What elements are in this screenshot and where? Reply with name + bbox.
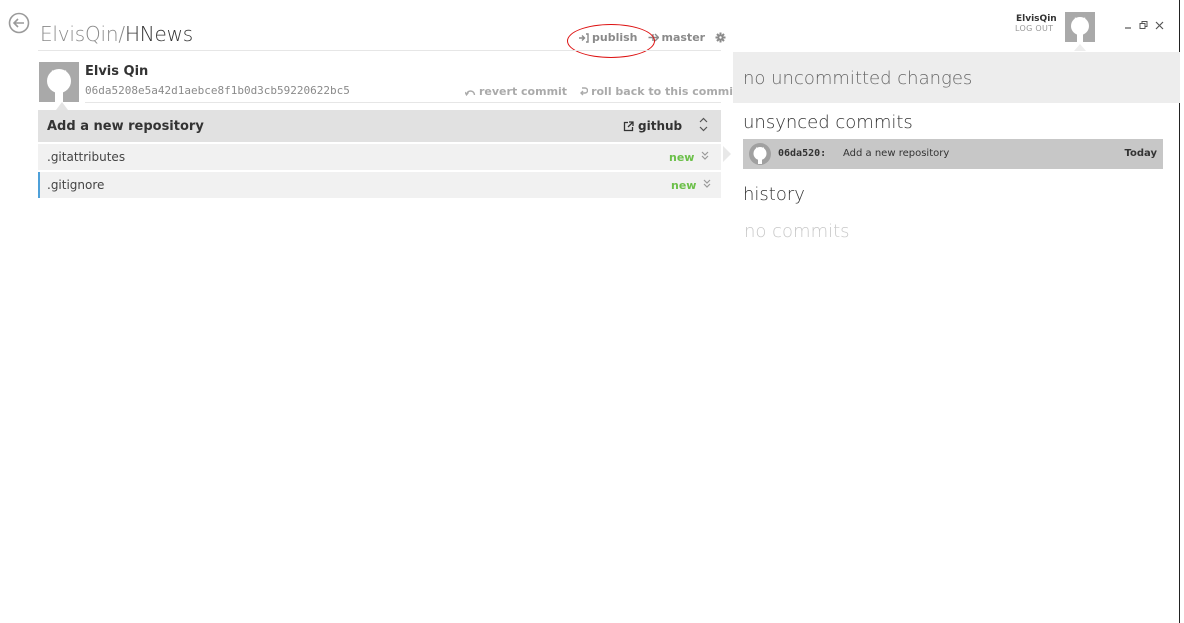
history-heading: history — [743, 184, 805, 205]
minimize-icon[interactable] — [1124, 20, 1132, 30]
account-name: ElvisQin — [1016, 14, 1057, 24]
rollback-label: roll back to this commit — [591, 85, 739, 98]
branch-label: master — [661, 31, 706, 44]
github-label: github — [638, 119, 683, 133]
repo-name: HNews — [124, 22, 194, 46]
window-controls — [1124, 20, 1164, 30]
external-link-icon — [623, 120, 634, 131]
publish-annotation-circle — [567, 24, 655, 58]
expand-file-button[interactable] — [703, 179, 711, 191]
account-caret — [1074, 44, 1086, 51]
history-empty-text: no commits — [744, 221, 850, 242]
uncommitted-changes-banner: no uncommitted changes — [733, 52, 1180, 103]
selected-commit-pointer — [723, 146, 731, 162]
logout-link[interactable]: LOG OUT — [1015, 24, 1053, 33]
commit-author-avatar — [39, 62, 79, 102]
settings-button[interactable] — [715, 32, 726, 43]
commit-actions: revert commit roll back to this commit — [465, 85, 738, 98]
uncommitted-changes-text: no uncommitted changes — [743, 68, 973, 89]
file-status-badge: new — [669, 151, 695, 164]
commit-author: Elvis Qin — [85, 64, 149, 79]
unsynced-commit-message: Add a new repository — [843, 148, 950, 159]
commit-divider — [85, 102, 721, 103]
file-name: .gitattributes — [47, 150, 126, 164]
repo-owner: ElvisQin — [40, 22, 119, 46]
back-arrow-icon[interactable] — [8, 12, 30, 34]
gear-icon — [715, 32, 726, 43]
file-status-badge: new — [671, 179, 697, 192]
commit-message: Add a new repository — [47, 119, 204, 134]
expand-file-button[interactable] — [701, 151, 709, 163]
chevron-double-down-icon — [703, 179, 711, 188]
collapse-all-button[interactable] — [699, 117, 708, 132]
unsynced-commit-item[interactable]: 06da520: Add a new repository Today — [743, 139, 1163, 169]
unsynced-commit-date: Today — [1124, 148, 1157, 159]
collapse-icon — [699, 117, 708, 132]
repository-title: ElvisQin/HNews — [40, 22, 193, 46]
commit-sha: 06da5208e5a42d1aebce8f1b0d3cb59220622bc5 — [85, 84, 350, 97]
commit-avatar-small — [749, 143, 771, 165]
unsynced-commit-sha: 06da520: — [778, 148, 827, 159]
rollback-icon — [580, 86, 589, 95]
file-row[interactable]: .gitattributes new — [38, 144, 721, 170]
branch-selector[interactable]: master — [648, 31, 706, 44]
revert-commit-label: revert commit — [479, 85, 568, 98]
header-divider — [38, 50, 721, 51]
chevron-double-down-icon — [701, 151, 709, 160]
commit-message-bar: Add a new repository github — [38, 110, 721, 142]
commit-caret — [56, 102, 68, 110]
rollback-button[interactable]: roll back to this commit — [579, 85, 738, 98]
file-name: .gitignore — [47, 178, 105, 192]
revert-icon — [465, 90, 476, 96]
file-row-selected[interactable]: .gitignore new — [38, 172, 721, 198]
unsynced-commits-heading: unsynced commits — [743, 112, 913, 133]
restore-icon[interactable] — [1139, 20, 1148, 30]
user-avatar[interactable] — [1065, 12, 1095, 42]
revert-commit-button[interactable]: revert commit — [465, 85, 567, 98]
close-icon[interactable] — [1155, 20, 1164, 30]
view-on-github-button[interactable]: github — [623, 119, 682, 133]
